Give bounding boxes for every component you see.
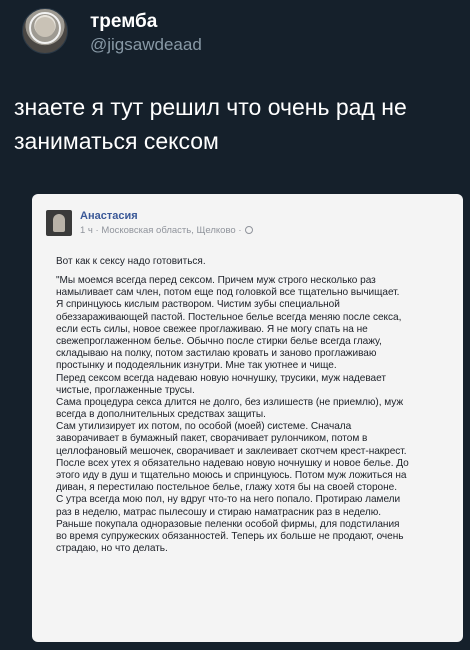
post-body-line: Перед сексом всегда надеваю новую ночнуш… <box>56 372 386 384</box>
post-body-line: Сам утилизирует их потом, по особой (мое… <box>56 421 352 433</box>
post-author-name: Анастасия <box>80 210 138 222</box>
post-body-line: если есть силы, новое свежее проглаживаю… <box>56 323 368 335</box>
post-meta: 1 ч · Московская область, Щелково · <box>80 225 254 236</box>
post-body-line: во время супружеских обязанностей. Тепер… <box>56 530 404 542</box>
post-body-line: диван, я перестилаю постельное белье, гл… <box>56 482 397 494</box>
post-body-line: обеззараживающей пастой. Постельное бель… <box>56 311 402 323</box>
post-body-line: простынку и пододеяльник изнутри. Мне та… <box>56 360 337 372</box>
post-body-line: Раньше покупала одноразовые пеленки особ… <box>56 518 400 530</box>
post-body-line: "Мы моемся всегда перед сексом. Причем м… <box>56 275 376 286</box>
post-body-line: всегда в дополнительных средствах защиты… <box>56 409 266 421</box>
post-body-line: свежепроглаженном белье. Обычно после ст… <box>56 335 382 347</box>
post-body-line: этого иду в душ и тщательно моюсь и спри… <box>56 470 407 481</box>
post-body-line: С утра всегда мою пол, ну вдруг что-то н… <box>56 494 401 506</box>
post-title: Вот как к сексу надо готовиться. <box>56 256 206 267</box>
post-body-line: Я спринцуюсь кислым раствором. Чистим зу… <box>56 299 340 311</box>
avatar[interactable] <box>22 8 68 54</box>
post-author-avatar <box>46 210 72 236</box>
tweet-text-line: заниматься сексом <box>14 128 219 154</box>
post-body-line: страдаю, но что делать. <box>56 543 168 555</box>
post-body-line: чистые, проглаженные трусы. <box>56 384 195 396</box>
tweet-header: тремба @jigsawdeaad <box>14 8 454 56</box>
post-body-line: целлофановый мешочек, сворачивает и закл… <box>56 445 407 457</box>
display-name[interactable]: тремба <box>90 11 157 33</box>
post-body-line: раз в неделю, матрас пылесошу и стираю н… <box>56 506 382 518</box>
post-body-line: намыливает сам член, потом еще под голов… <box>56 287 400 299</box>
post-body: "Мы моемся всегда перед сексом. Причем м… <box>56 275 456 555</box>
user-handle[interactable]: @jigsawdeaad <box>90 35 202 55</box>
post-body-line: После всех утех я обязательно надеваю но… <box>56 457 409 469</box>
post-body-line: заворачивает в бумажный пакет, сворачива… <box>56 433 368 445</box>
avatar-helmet <box>29 12 61 44</box>
tweet-text: знаете я тут решил что очень рад не зани… <box>14 90 454 158</box>
post-meta-text: 1 ч · Московская область, Щелково · <box>80 225 242 236</box>
tweet-text-line: знаете я тут решил что очень рад не <box>14 94 407 120</box>
post-body-line: Сама процедура секса длится не долго, бе… <box>56 396 404 408</box>
post-body-line: складываю на полку, потом застилаю крова… <box>56 348 377 360</box>
attached-image-facebook-post[interactable]: Анастасия 1 ч · Московская область, Щелк… <box>32 194 463 642</box>
globe-icon <box>245 226 254 234</box>
post-author-avatar-figure <box>53 214 65 232</box>
